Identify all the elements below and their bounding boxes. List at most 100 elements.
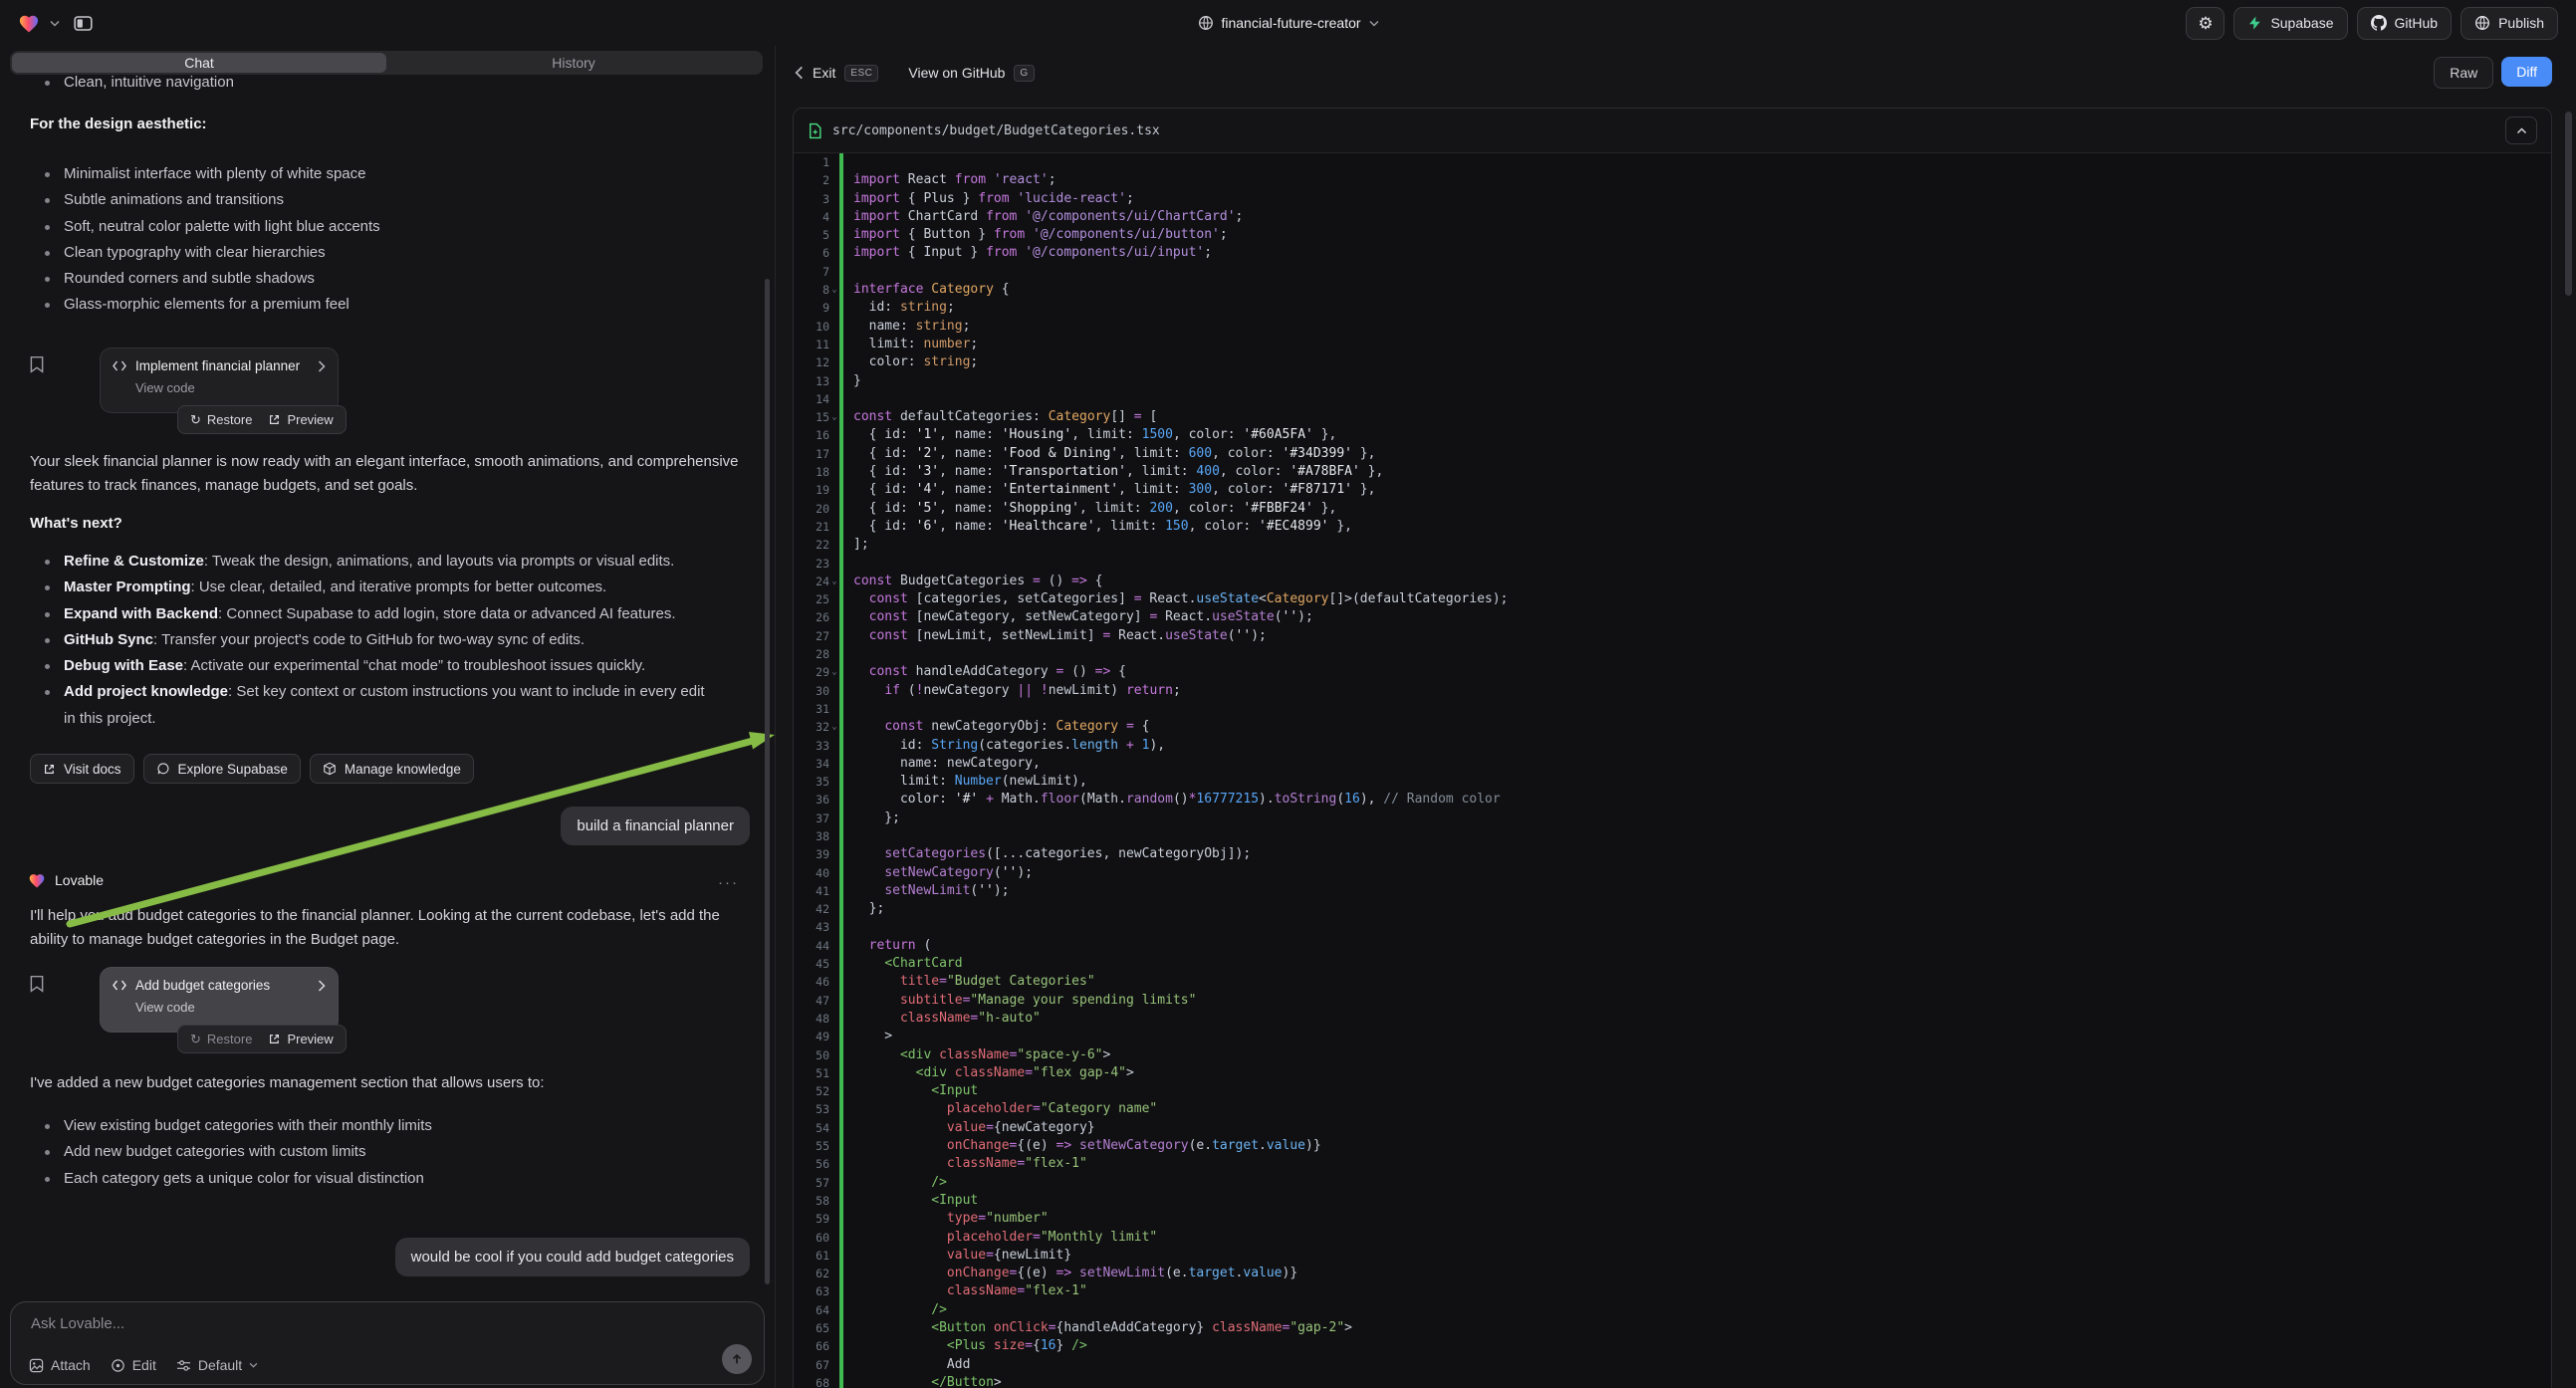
diff-toggle-button[interactable]: Diff [2501, 57, 2552, 87]
fold-caret-icon [829, 463, 839, 481]
line-number: 2 [794, 171, 829, 189]
chat-scrollbar[interactable] [765, 279, 770, 1284]
line-number: 44 [794, 937, 829, 955]
supabase-button[interactable]: Supabase [2233, 7, 2347, 40]
code-line: 23 [794, 555, 2551, 573]
line-number: 61 [794, 1247, 829, 1265]
line-number: 6 [794, 244, 829, 262]
code-editor: 12import React from 'react';3import { Pl… [794, 153, 2551, 1388]
fold-caret-icon [829, 1082, 839, 1100]
line-number: 15 [794, 408, 829, 426]
publish-button[interactable]: Publish [2460, 7, 2558, 40]
preview-button[interactable]: Preview [268, 1032, 333, 1046]
code-line: 14 [794, 390, 2551, 408]
chevron-up-icon [2516, 127, 2527, 134]
fold-caret-icon [829, 773, 839, 791]
code-text: name: newCategory, [843, 755, 1041, 773]
raw-toggle-button[interactable]: Raw [2434, 57, 2493, 89]
code-line: 62 onChange={(e) => setNewLimit(e.target… [794, 1265, 2551, 1282]
file-path: src/components/budget/BudgetCategories.t… [832, 123, 1160, 138]
code-text [843, 153, 853, 171]
version-card-add-budget-categories[interactable]: Add budget categories View code [100, 967, 339, 1033]
fold-caret-icon [829, 1337, 839, 1355]
fold-caret-icon [829, 1210, 839, 1228]
edit-mode-button[interactable]: Edit [111, 1357, 156, 1373]
code-text: id: String(categories.length + 1), [843, 737, 1165, 755]
code-line: 67 Add [794, 1356, 2551, 1374]
code-line: 30 if (!newCategory || !newLimit) return… [794, 682, 2551, 700]
bookmark-icon[interactable] [28, 975, 46, 993]
fold-caret-icon[interactable]: ⌄ [829, 573, 839, 590]
restore-button[interactable]: ↻Restore [190, 1032, 252, 1046]
fold-caret-icon[interactable]: ⌄ [829, 718, 839, 736]
restore-icon: ↻ [190, 413, 201, 426]
restore-button[interactable]: ↻Restore [190, 412, 252, 427]
code-text: placeholder="Category name" [843, 1100, 1157, 1118]
list-item: Soft, neutral color palette with light b… [30, 214, 727, 240]
attach-button[interactable]: Attach [29, 1357, 91, 1373]
code-text: ]; [843, 536, 869, 554]
visit-docs-button[interactable]: Visit docs [30, 754, 134, 784]
line-number: 59 [794, 1210, 829, 1228]
whats-next-heading: What's next? [30, 515, 122, 532]
github-octocat-icon [2371, 15, 2387, 31]
code-text: <Plus size={16} /> [843, 1337, 1087, 1355]
code-text: import { Button } from '@/components/ui/… [843, 226, 1228, 244]
fold-caret-icon [829, 190, 839, 208]
sliders-icon [176, 1359, 191, 1372]
top-bar: financial-future-creator ⚙ Supabase GitH… [0, 0, 2576, 46]
model-selector[interactable]: Default [176, 1357, 258, 1373]
exit-button[interactable]: Exit ESC [795, 65, 878, 82]
code-line: 8⌄interface Category { [794, 281, 2551, 299]
toggle-sidebar-icon[interactable] [74, 15, 93, 32]
send-button[interactable] [722, 1344, 752, 1374]
lovable-app: financial-future-creator ⚙ Supabase GitH… [0, 0, 2576, 1388]
lovable-logo-heart-icon[interactable] [18, 13, 40, 33]
code-text: import React from 'react'; [843, 171, 1056, 189]
code-text: import { Input } from '@/components/ui/i… [843, 244, 1212, 262]
code-scrollbar[interactable] [2565, 112, 2572, 296]
chevron-down-icon[interactable] [50, 20, 60, 27]
view-code-link[interactable]: View code [135, 380, 326, 395]
github-button[interactable]: GitHub [2357, 7, 2453, 40]
code-text: const newCategoryObj: Category = { [843, 718, 1149, 736]
code-line: 51 <div className="flex gap-4"> [794, 1064, 2551, 1082]
line-number: 66 [794, 1337, 829, 1355]
code-line: 35 limit: Number(newLimit), [794, 773, 2551, 791]
assistant-summary: Your sleek financial planner is now read… [30, 450, 743, 497]
manage-knowledge-button[interactable]: Manage knowledge [310, 754, 474, 784]
code-text: title="Budget Categories" [843, 973, 1095, 991]
bookmark-icon[interactable] [28, 355, 46, 373]
code-line: 18 { id: '3', name: 'Transportation', li… [794, 463, 2551, 481]
version-card-implement-financial-planner[interactable]: Implement financial planner View code [100, 347, 339, 413]
fold-caret-icon [829, 445, 839, 463]
file-header[interactable]: src/components/budget/BudgetCategories.t… [794, 109, 2551, 153]
list-item: Refine & Customize: Tweak the design, an… [30, 549, 719, 575]
project-switcher[interactable]: financial-future-creator [1197, 0, 1378, 46]
line-number: 10 [794, 318, 829, 336]
feature-list-partial: Clean, intuitive navigation [30, 70, 727, 96]
fold-caret-icon[interactable]: ⌄ [829, 408, 839, 426]
fold-caret-icon [829, 1247, 839, 1265]
fold-caret-icon [829, 900, 839, 918]
fold-caret-icon[interactable]: ⌄ [829, 281, 839, 299]
fold-caret-icon [829, 171, 839, 189]
view-on-github-button[interactable]: View on GitHub G [908, 65, 1034, 82]
fold-caret-icon[interactable]: ⌄ [829, 663, 839, 681]
code-line: 40 setNewCategory(''); [794, 864, 2551, 882]
view-code-link[interactable]: View code [135, 1000, 326, 1015]
fold-caret-icon [829, 1155, 839, 1173]
collapse-file-button[interactable] [2505, 116, 2537, 144]
code-line: 15⌄const defaultCategories: Category[] =… [794, 408, 2551, 426]
explore-supabase-button[interactable]: Explore Supabase [143, 754, 301, 784]
fold-caret-icon [829, 992, 839, 1010]
code-line: 44 return ( [794, 937, 2551, 955]
chevron-right-icon [318, 980, 326, 992]
settings-button[interactable]: ⚙ [2186, 7, 2225, 40]
chat-input[interactable] [29, 1314, 531, 1333]
reply-bullet-list: View existing budget categories with the… [30, 1113, 727, 1192]
preview-button[interactable]: Preview [268, 412, 333, 427]
external-link-icon [268, 413, 281, 426]
code-text: <ChartCard [843, 955, 963, 973]
message-menu-button[interactable]: ··· [718, 874, 739, 891]
